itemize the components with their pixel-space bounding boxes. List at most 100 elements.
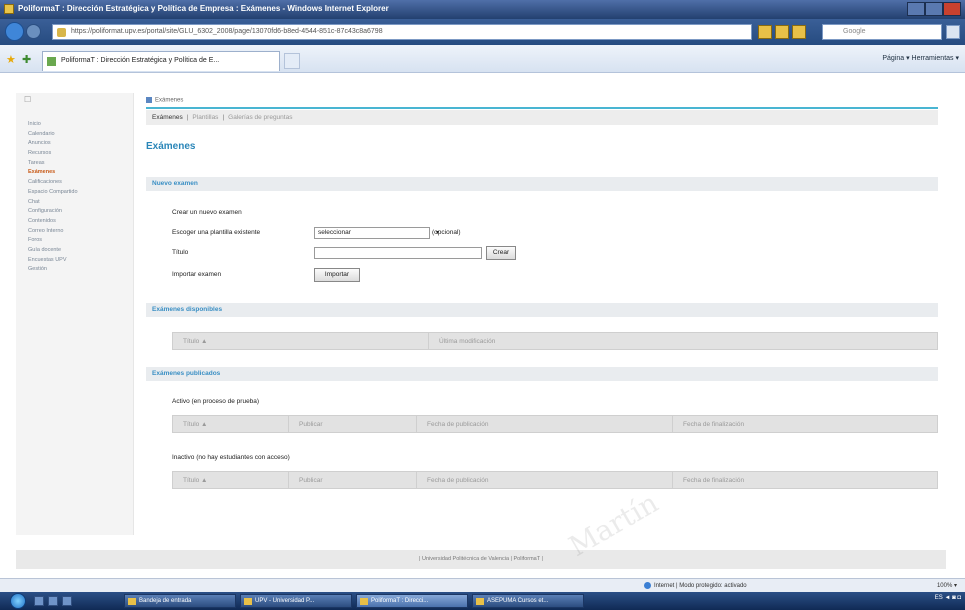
new-tab-button[interactable] [284, 53, 300, 69]
refresh-icon[interactable] [775, 25, 789, 39]
page-footer: | Universidad Politécnica de Valencia | … [16, 550, 946, 569]
sidebar-item-12[interactable]: Foros [16, 237, 134, 247]
template-select-value: seleccionar [318, 229, 351, 236]
sidebar-item-13[interactable]: Guía docente [16, 247, 134, 257]
col-title-sort[interactable]: Título ▲ [173, 333, 429, 349]
page-title: Exámenes [146, 141, 196, 152]
import-label: Importar examen [172, 271, 222, 278]
sidebar-item-2[interactable]: Anuncios [16, 140, 134, 150]
col-publish-date[interactable]: Fecha de publicación [417, 416, 673, 432]
col-title-sort[interactable]: Título ▲ [173, 416, 289, 432]
section-available: Exámenes disponibles [146, 303, 938, 317]
command-bar[interactable]: Página ▾ Herramientas ▾ [882, 54, 959, 62]
minimize-button[interactable] [907, 2, 925, 16]
task-label: Bandeja de entrada [139, 598, 192, 604]
sidebar-item-10[interactable]: Contenidos [16, 218, 134, 228]
tab-label: PoliformaT : Dirección Estratégica y Pol… [61, 57, 220, 64]
subtabs: Exámenes | Plantillas | Galerías de pregunta… [146, 110, 938, 125]
sidebar-item-6[interactable]: Calificaciones [16, 179, 134, 189]
address-input[interactable]: https://poliformat.upv.es/portal/site/GL… [52, 24, 752, 40]
back-button[interactable] [5, 22, 24, 41]
col-publish[interactable]: Publicar [289, 416, 417, 432]
task-label: UPV - Universidad P... [255, 598, 315, 604]
tab-bar: ★ ✚ PoliformaT : Dirección Estratégica y… [0, 45, 965, 73]
task-item[interactable]: ASEPUMA Cursos et... [472, 594, 584, 608]
show-desktop-icon[interactable] [34, 596, 44, 606]
sidebar-item-4[interactable]: Tareas [16, 160, 134, 170]
col-publish[interactable]: Publicar [289, 472, 417, 488]
ie-icon [244, 598, 252, 605]
sidebar-item-14[interactable]: Encuestas UPV [16, 257, 134, 267]
task-item[interactable]: UPV - Universidad P... [240, 594, 352, 608]
taskbar: Bandeja de entrada UPV - Universidad P..… [0, 592, 965, 610]
section-new-exam: Nuevo examen [146, 177, 938, 191]
mail-icon [128, 598, 136, 605]
page-content: ☐ Inicio Calendario Anuncios Recursos Tareas… [0, 73, 965, 578]
add-favorites-icon[interactable]: ✚ [22, 53, 31, 66]
inactive-table-header: Título ▲ Publicar Fecha de publicación F… [172, 471, 938, 489]
sidebar-item-9[interactable]: Configuración [16, 208, 134, 218]
site-logo-icon: ☐ [24, 95, 32, 104]
inactive-label: Inactivo (no hay estudiantes con acceso) [172, 454, 290, 461]
page-icon [57, 28, 66, 37]
sidebar-menu: Inicio Calendario Anuncios Recursos Tareas Ex… [16, 121, 134, 276]
forward-button[interactable] [26, 24, 41, 39]
subtab-separator: | [186, 114, 189, 121]
stop-icon[interactable] [792, 25, 806, 39]
template-optional-label: (opcional) [432, 229, 461, 236]
address-icons [758, 25, 818, 39]
quick-launch [34, 596, 72, 606]
task-item[interactable]: Bandeja de entrada [124, 594, 236, 608]
col-end-date[interactable]: Fecha de finalización [673, 472, 937, 488]
subtab-galerias[interactable]: Galerías de preguntas [228, 114, 292, 121]
col-end-date[interactable]: Fecha de finalización [673, 416, 937, 432]
title-input[interactable] [314, 247, 482, 259]
task-label: PoliformaT : Direcci... [371, 598, 429, 604]
window-titlebar: PoliformaT : Dirección Estratégica y Pol… [0, 0, 965, 19]
system-tray[interactable]: ES ◄ ◙ ◘ [935, 595, 961, 601]
search-placeholder: Google [843, 28, 866, 35]
favorites-star-icon[interactable]: ★ [6, 53, 16, 66]
sidebar-item-15[interactable]: Gestión [16, 266, 134, 276]
ie-quicklaunch-icon[interactable] [48, 596, 58, 606]
header-rule [146, 107, 938, 109]
search-input[interactable]: Google [822, 24, 942, 40]
start-button[interactable] [10, 593, 26, 609]
import-button[interactable]: Importar [314, 268, 360, 282]
window-title: PoliformaT : Dirección Estratégica y Pol… [18, 4, 389, 13]
col-title-sort[interactable]: Título ▲ [173, 472, 289, 488]
globe-icon [644, 582, 651, 589]
lock-icon[interactable] [758, 25, 772, 39]
task-item-active[interactable]: PoliformaT : Direcci... [356, 594, 468, 608]
sidebar-item-7[interactable]: Espacio Compartido [16, 189, 134, 199]
sidebar-item-1[interactable]: Calendario [16, 131, 134, 141]
address-toolbar: https://poliformat.upv.es/portal/site/GL… [0, 19, 965, 45]
sidebar-item-3[interactable]: Recursos [16, 150, 134, 160]
close-button[interactable] [943, 2, 961, 16]
sidebar-item-0[interactable]: Inicio [16, 121, 134, 131]
folder-icon[interactable] [62, 596, 72, 606]
active-table-header: Título ▲ Publicar Fecha de publicación F… [172, 415, 938, 433]
sidebar: ☐ Inicio Calendario Anuncios Recursos Tareas… [16, 93, 134, 535]
available-table-header: Título ▲ Última modificación [172, 332, 938, 350]
sidebar-item-8[interactable]: Chat [16, 199, 134, 209]
security-zone-text: Internet | Modo protegido: activado [654, 583, 747, 590]
sidebar-item-11[interactable]: Correo Interno [16, 228, 134, 238]
col-last-modified[interactable]: Última modificación [429, 333, 937, 349]
col-publish-date[interactable]: Fecha de publicación [417, 472, 673, 488]
maximize-button[interactable] [925, 2, 943, 16]
tool-icon [146, 97, 152, 103]
ie-icon [476, 598, 484, 605]
window-controls [907, 2, 961, 16]
subtab-plantillas[interactable]: Plantillas [192, 114, 218, 121]
zoom-level[interactable]: 100% ▾ [937, 582, 957, 589]
ie-icon [4, 4, 14, 14]
template-select[interactable]: seleccionar ▾ [314, 227, 439, 239]
tab-active[interactable]: PoliformaT : Dirección Estratégica y Pol… [42, 51, 280, 71]
section-published: Exámenes publicados [146, 367, 938, 381]
search-icon[interactable] [946, 25, 960, 39]
url-text: https://poliformat.upv.es/portal/site/GL… [71, 28, 383, 35]
subtab-examenes[interactable]: Exámenes [152, 114, 183, 121]
create-button[interactable]: Crear [486, 246, 516, 260]
sidebar-item-5[interactable]: Exámenes [16, 169, 134, 179]
